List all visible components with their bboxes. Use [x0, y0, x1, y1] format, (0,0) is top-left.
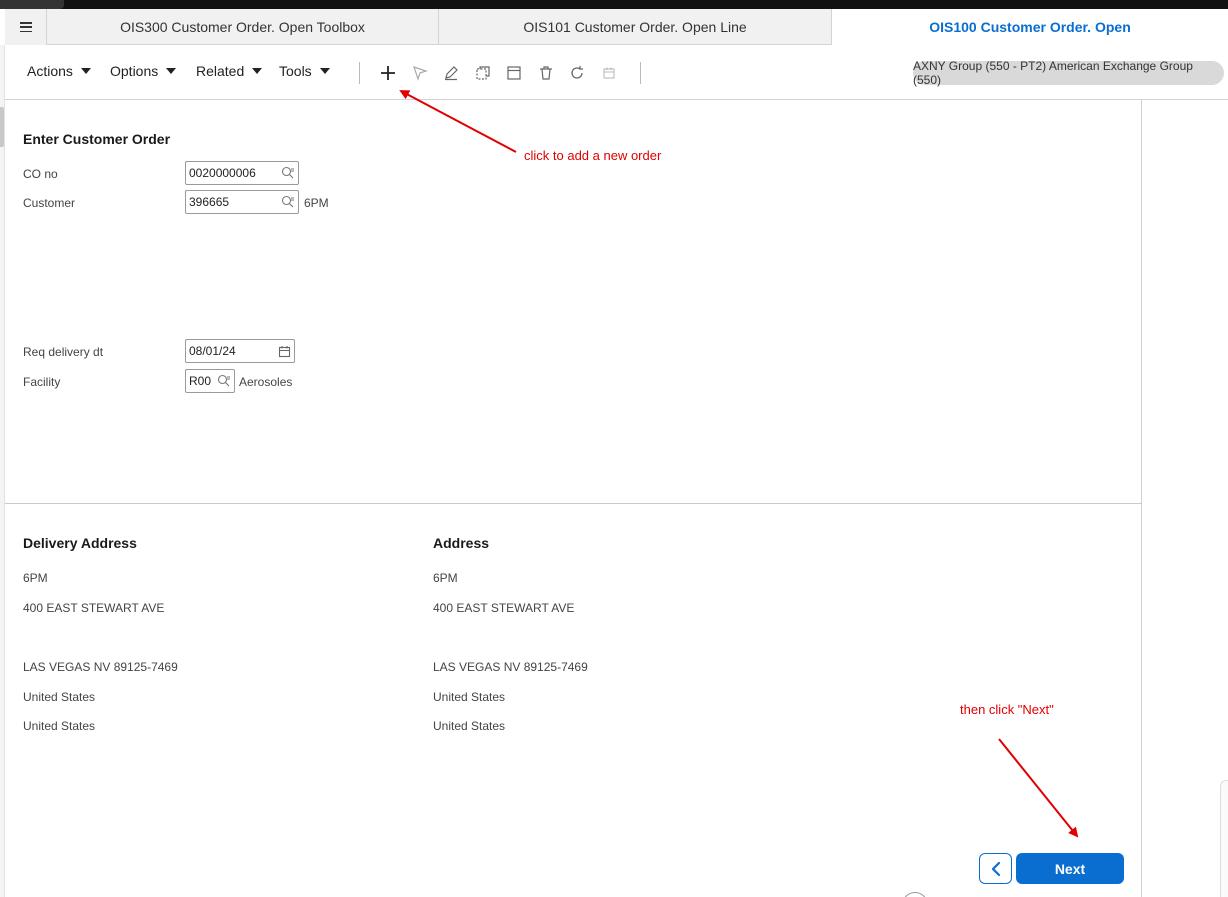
arrow-to-add — [399, 90, 517, 153]
chevron-left-icon — [991, 861, 1000, 876]
annotation-arrows — [399, 90, 1079, 838]
side-panel-edge — [1220, 780, 1228, 897]
arrow-to-next — [998, 738, 1079, 838]
next-button[interactable]: Next — [1016, 853, 1124, 884]
back-button[interactable] — [979, 853, 1012, 884]
